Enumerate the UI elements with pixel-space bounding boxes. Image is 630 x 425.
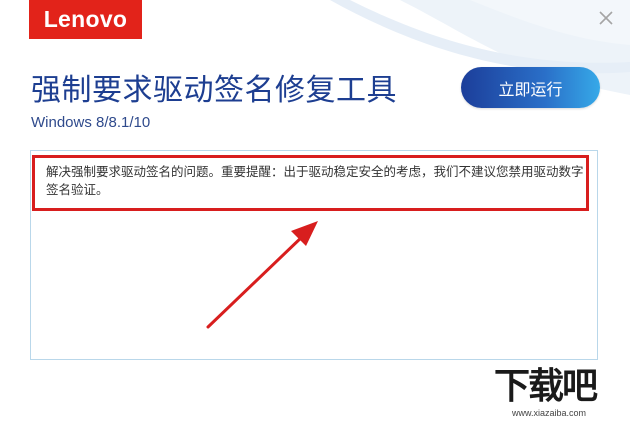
watermark-logo-text: 下载吧 xyxy=(494,366,598,407)
lenovo-logo: Lenovo xyxy=(29,0,142,39)
app-window: Lenovo 强制要求驱动签名修复工具 Windows 8/8.1/10 立即运… xyxy=(0,0,630,425)
os-version-label: Windows 8/8.1/10 xyxy=(31,114,151,131)
close-icon xyxy=(599,11,613,25)
run-now-button[interactable]: 立即运行 xyxy=(461,67,600,108)
page-title: 强制要求驱动签名修复工具 xyxy=(31,73,397,108)
description-panel: 解决强制要求驱动签名的问题。重要提醒：出于驱动稳定安全的考虑，我们不建议您禁用驱… xyxy=(30,150,598,360)
watermark-url: www.xiazaiba.com xyxy=(512,408,587,418)
logo-text: Lenovo xyxy=(43,6,128,32)
close-button[interactable] xyxy=(596,8,616,28)
site-watermark: 下载吧 www.xiazaiba.com xyxy=(494,366,628,424)
description-text: 解决强制要求驱动签名的问题。重要提醒：出于驱动稳定安全的考虑，我们不建议您禁用驱… xyxy=(46,164,584,197)
